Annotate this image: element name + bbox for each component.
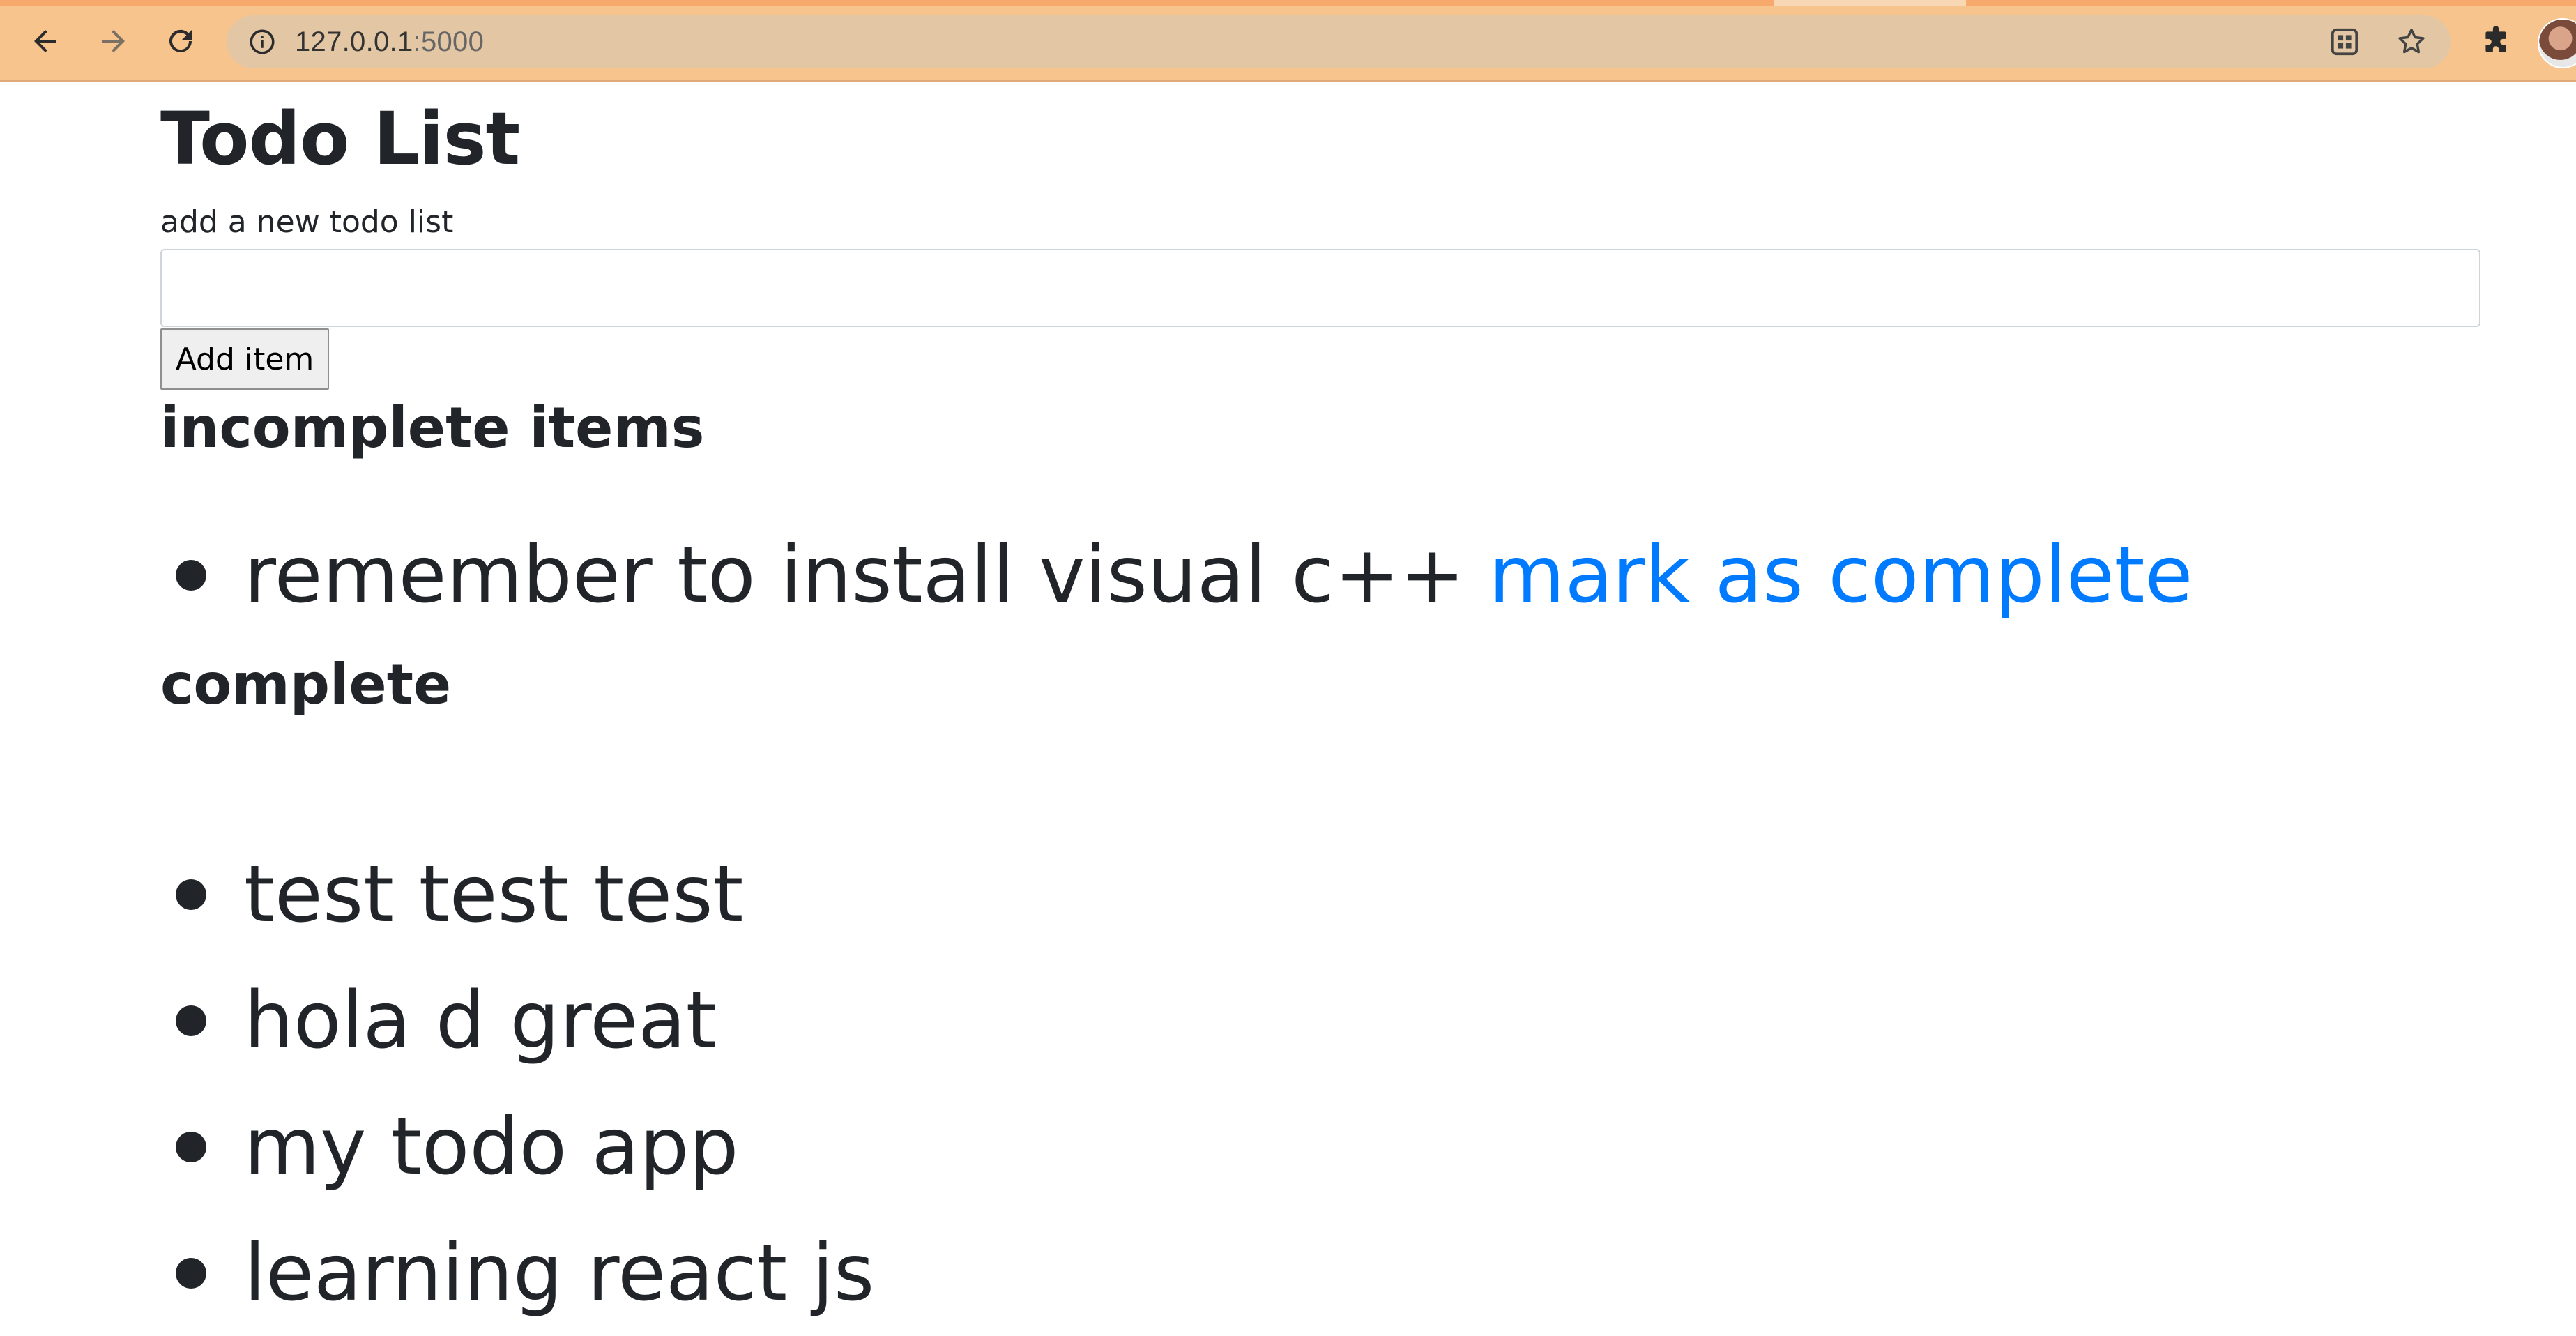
url-port: :5000 xyxy=(413,26,485,57)
bullet-icon xyxy=(176,1257,206,1289)
item-text: learning react js xyxy=(244,1227,875,1319)
incomplete-heading: incomplete items xyxy=(160,395,705,460)
item-text: hola d great xyxy=(244,975,717,1066)
tab-strip xyxy=(0,0,2576,6)
puzzle-extension-icon[interactable] xyxy=(2475,21,2517,63)
tab-gap xyxy=(1774,0,1966,6)
bullet-icon xyxy=(176,879,206,910)
page-title: Todo List xyxy=(160,96,520,181)
add-item-button[interactable]: Add item xyxy=(160,328,329,390)
address-bar[interactable]: 127.0.0.1:5000 xyxy=(227,15,2451,68)
profile-avatar[interactable] xyxy=(2538,18,2576,68)
item-text: my todo app xyxy=(244,1101,739,1192)
bullet-icon xyxy=(176,1131,206,1162)
url-text[interactable]: 127.0.0.1:5000 xyxy=(295,26,484,58)
url-host: 127.0.0.1 xyxy=(295,26,413,57)
list-item: learning react js xyxy=(160,1210,874,1336)
bullet-icon xyxy=(176,1005,206,1036)
qr-code-icon[interactable] xyxy=(2325,22,2364,61)
info-icon[interactable] xyxy=(245,24,280,59)
new-todo-label: add a new todo list xyxy=(160,204,454,240)
new-todo-input[interactable] xyxy=(160,249,2480,327)
list-item: hola d great xyxy=(160,957,874,1084)
omnibox-actions xyxy=(2325,22,2431,61)
list-item: test test test xyxy=(160,831,874,957)
complete-list: test test test hola d great my todo app … xyxy=(160,831,874,1336)
star-icon[interactable] xyxy=(2392,22,2431,61)
incomplete-list: remember to install visual c++ mark as c… xyxy=(160,512,2193,638)
list-item: remember to install visual c++ mark as c… xyxy=(160,512,2193,638)
bullet-icon xyxy=(176,559,206,591)
item-text: remember to install visual c++ xyxy=(244,529,1465,621)
forward-arrow-icon[interactable] xyxy=(92,20,135,63)
item-text: test test test xyxy=(244,849,744,940)
browser-toolbar: 127.0.0.1:5000 xyxy=(0,0,2576,82)
complete-heading: complete xyxy=(160,652,452,717)
reload-icon[interactable] xyxy=(159,20,202,63)
mark-complete-link[interactable]: mark as complete xyxy=(1488,530,2193,621)
list-item: my todo app xyxy=(160,1084,874,1210)
back-arrow-icon[interactable] xyxy=(24,20,67,63)
